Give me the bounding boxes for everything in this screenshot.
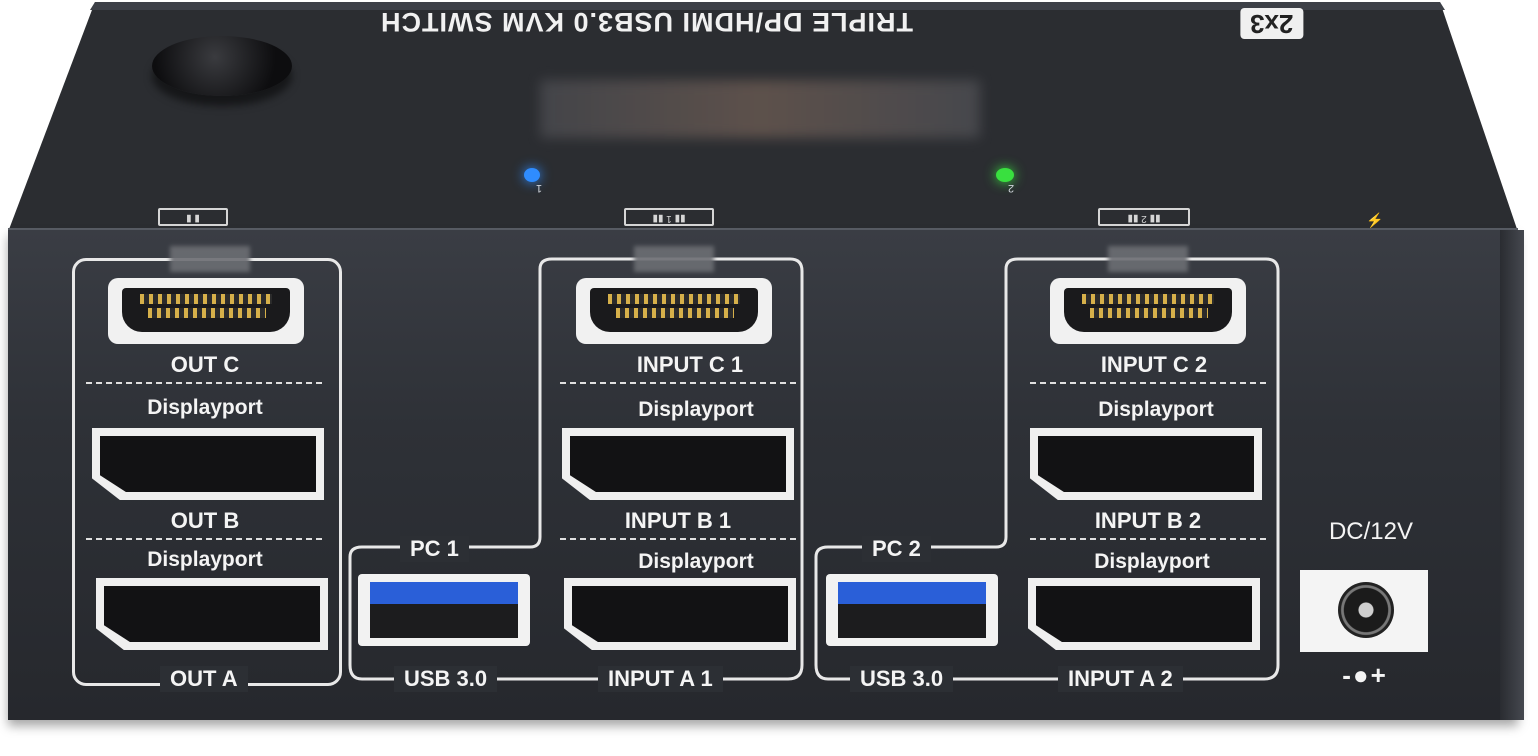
pc1-icon: ▮▮ 1 ▮▮	[624, 208, 714, 226]
divider	[86, 538, 322, 540]
pc2-usb-label: USB 3.0	[850, 666, 954, 692]
pc1-usb3-port[interactable]	[358, 574, 530, 646]
blurred-logo	[540, 80, 980, 138]
out-c-label: OUT C	[170, 352, 240, 377]
input-a1-displayport[interactable]	[564, 578, 796, 650]
input-b1-displayport[interactable]	[562, 428, 794, 500]
dc-power-port[interactable]	[1300, 570, 1428, 652]
divider	[1030, 382, 1266, 384]
out-a-label: OUT A	[160, 666, 248, 692]
pc2-usb3-port[interactable]	[826, 574, 998, 646]
monitor-out-icon: ▮ ▮	[158, 208, 228, 226]
input-c2-hdmi-port[interactable]	[1050, 278, 1246, 344]
input-c2-label: INPUT C 2	[1100, 352, 1208, 377]
input-b2-label: INPUT B 2	[1094, 508, 1202, 533]
switch-right-side	[1500, 230, 1524, 720]
input-a1-label: INPUT A 1	[598, 666, 723, 692]
pc1-sticker	[634, 246, 714, 272]
out-b-type-label: Displayport	[147, 396, 263, 419]
pc2-label: PC 2	[862, 536, 931, 562]
pc2-icon: ▮▮ 2 ▮▮	[1098, 208, 1190, 226]
input-a1-type-label: Displayport	[638, 550, 754, 573]
pc1-label: PC 1	[400, 536, 469, 562]
input-b1-type-label: Displayport	[638, 398, 754, 421]
pc2-sticker	[1108, 246, 1188, 272]
output-sticker	[170, 246, 250, 272]
out-a-type-label: Displayport	[147, 548, 263, 571]
divider	[1030, 538, 1266, 540]
input-b1-label: INPUT B 1	[624, 508, 732, 533]
divider	[560, 538, 796, 540]
input-a2-label: INPUT A 2	[1058, 666, 1183, 692]
power-bolt-icon: ⚡	[1366, 212, 1384, 228]
led-1-label: 1	[536, 182, 543, 194]
input-a2-displayport[interactable]	[1028, 578, 1260, 650]
pc2-indicator-led	[996, 168, 1014, 182]
input-a2-type-label: Displayport	[1094, 550, 1210, 573]
input-b2-displayport[interactable]	[1030, 428, 1262, 500]
out-a-displayport[interactable]	[96, 578, 328, 650]
led-2-label: 2	[1008, 182, 1015, 194]
out-b-label: OUT B	[170, 508, 240, 533]
divider	[560, 382, 796, 384]
divider	[86, 382, 322, 384]
pc1-indicator-led	[524, 168, 540, 182]
switch-button[interactable]	[152, 36, 292, 96]
pc1-usb-label: USB 3.0	[394, 666, 498, 692]
out-c-hdmi-port[interactable]	[108, 278, 304, 344]
input-c1-label: INPUT C 1	[636, 352, 744, 377]
top-title: TRIPLE DP/HDMI USB3.0 KVM SWITCH	[380, 7, 914, 37]
model-badge: 2x3	[1240, 8, 1304, 39]
out-b-displayport[interactable]	[92, 428, 324, 500]
power-label: DC/12V	[1328, 518, 1414, 545]
polarity-symbol: -●+	[1342, 660, 1388, 690]
input-c1-hdmi-port[interactable]	[576, 278, 772, 344]
input-b2-type-label: Displayport	[1098, 398, 1214, 421]
